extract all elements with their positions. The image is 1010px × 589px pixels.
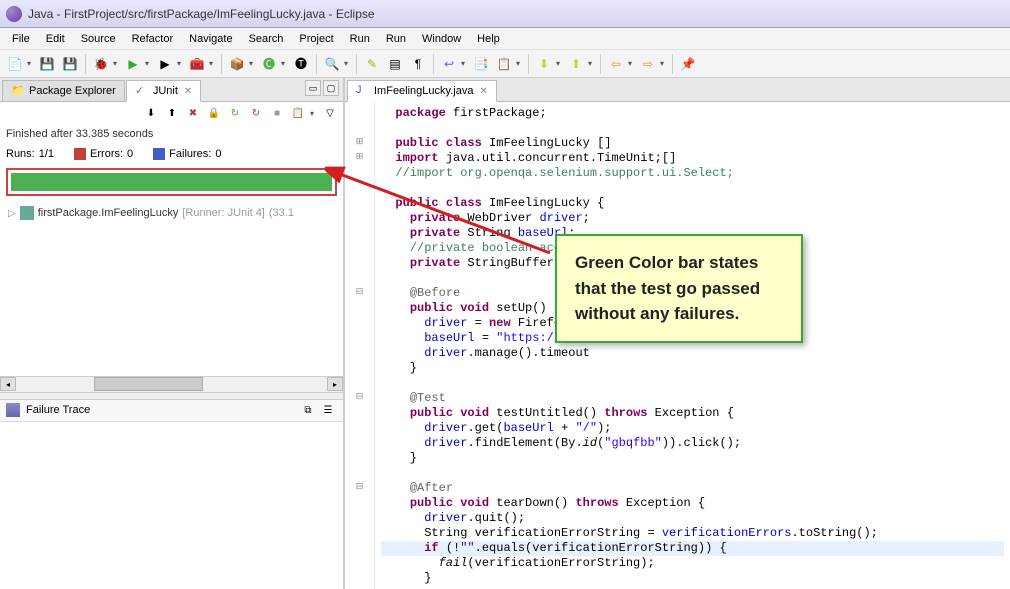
horizontal-splitter[interactable] [0,392,343,400]
rerun-icon[interactable]: ↻ [226,104,244,122]
tab-label: JUnit [153,85,178,97]
forward-icon[interactable]: ⇨ [637,53,659,75]
report-icon[interactable]: 📋 [493,53,515,75]
workspace: 📁 Package Explorer ✓ JUnit ✕ ▭ ▢ ⬇ ⬆ ✖ 🔒… [0,78,1010,589]
menu-search[interactable]: Search [241,30,292,48]
error-icon [74,148,86,160]
junit-status: Finished after 33.385 seconds [0,124,343,144]
compare-icon[interactable]: ⧉ [299,401,317,419]
next-failure-icon[interactable]: ⬇ [142,104,160,122]
eclipse-icon [6,6,22,22]
tree-item[interactable]: ▷ firstPackage.ImFeelingLucky [Runner: J… [4,204,339,222]
rerun-failed-icon[interactable]: ↻ [247,104,265,122]
stack-icon [6,403,20,417]
errors-count: Errors: 0 [74,148,133,160]
debug-icon[interactable]: 🐞 [90,53,112,75]
menu-navigate[interactable]: Navigate [181,30,240,48]
scroll-left-icon[interactable]: ◂ [0,377,16,391]
external-tools-icon[interactable]: 🧰 [186,53,208,75]
minimize-icon[interactable]: ▭ [305,80,321,96]
save-icon[interactable]: 💾 [36,53,58,75]
junit-counts: Runs: 1/1 Errors: 0 Failures: 0 [0,144,343,164]
left-tabs: 📁 Package Explorer ✓ JUnit ✕ ▭ ▢ [0,78,343,102]
tree-item-time: (33.1 [269,207,294,219]
menu-help[interactable]: Help [469,30,508,48]
tab-label: Package Explorer [29,85,116,97]
filter-icon[interactable]: ☰ [319,401,337,419]
scroll-lock-icon[interactable]: 🔒 [205,104,223,122]
tab-package-explorer[interactable]: 📁 Package Explorer [2,80,125,101]
menu-source[interactable]: Source [73,30,124,48]
prev-failure-icon[interactable]: ⬆ [163,104,181,122]
back-icon[interactable]: ⇦ [605,53,627,75]
pin-icon[interactable]: 📌 [677,53,699,75]
close-icon[interactable]: ✕ [479,86,487,97]
new-package-icon[interactable]: 📦 [226,53,248,75]
menu-bar: FileEditSourceRefactorNavigateSearchProj… [0,28,1010,50]
save-all-icon[interactable]: 💾 [59,53,81,75]
menu-window[interactable]: Window [414,30,469,48]
tab-junit[interactable]: ✓ JUnit ✕ [126,80,201,102]
code-editor[interactable]: ⊞⊞⊟⊟⊟ package firstPackage; public class… [345,102,1010,589]
editor-gutter: ⊞⊞⊟⊟⊟ [345,102,375,589]
toggle-mark-icon[interactable]: ✎ [361,53,383,75]
show-failures-icon[interactable]: ✖ [184,104,202,122]
menu-refactor[interactable]: Refactor [124,30,182,48]
menu-edit[interactable]: Edit [38,30,73,48]
left-panel: 📁 Package Explorer ✓ JUnit ✕ ▭ ▢ ⬇ ⬆ ✖ 🔒… [0,78,345,589]
tree-item-name: firstPackage.ImFeelingLucky [38,207,179,219]
failures-count: Failures: 0 [153,148,221,160]
menu-run[interactable]: Run [342,30,378,48]
failure-trace-header: Failure Trace ⧉ ☰ [0,400,343,422]
expand-icon[interactable]: ▷ [8,208,16,219]
menu-file[interactable]: File [4,30,38,48]
next-annotation-icon[interactable]: ⬇ [533,53,555,75]
junit-icon: ✓ [135,84,149,98]
maximize-icon[interactable]: ▢ [323,80,339,96]
title-bar: Java - FirstProject/src/firstPackage/ImF… [0,0,1010,28]
annotation-callout: Green Color bar states that the test go … [555,234,803,343]
package-explorer-icon: 📁 [11,84,25,98]
close-icon[interactable]: ✕ [184,86,192,97]
editor-tab[interactable]: J ImFeelingLucky.java ✕ [347,80,497,102]
run-icon[interactable]: ▶ [122,53,144,75]
open-type-icon[interactable]: 🅣 [290,53,312,75]
window-title: Java - FirstProject/src/firstPackage/ImF… [28,7,375,21]
editor-tabs: J ImFeelingLucky.java ✕ [345,78,1010,102]
prev-annotation-icon[interactable]: ⬆ [565,53,587,75]
test-suite-icon [20,206,34,220]
new-icon[interactable]: 📄 [4,53,26,75]
main-toolbar: 📄▾ 💾 💾 🐞▾ ▶▾ ▶▾ 🧰▾ 📦▾ 🅒▾ 🅣 🔍▾ ✎ ▤ ¶ ↩▾ 📑… [0,50,1010,78]
junit-progress-bar [11,173,332,191]
show-whitespace-icon[interactable]: ¶ [407,53,429,75]
failure-trace-area [0,422,343,589]
junit-toolbar: ⬇ ⬆ ✖ 🔒 ↻ ↻ ■ 📋▾ ▽ [0,102,343,124]
refactor-icon[interactable]: ↩ [438,53,460,75]
menu-run[interactable]: Run [378,30,414,48]
run-last-icon[interactable]: ▶ [154,53,176,75]
junit-tree[interactable]: ▷ firstPackage.ImFeelingLucky [Runner: J… [0,200,343,376]
editor-tab-label: ImFeelingLucky.java [374,85,473,97]
editor-panel: J ImFeelingLucky.java ✕ ⊞⊞⊟⊟⊟ package fi… [345,78,1010,589]
horizontal-scrollbar[interactable]: ◂ ▸ [0,376,343,392]
view-menu-icon[interactable]: ▽ [321,104,339,122]
history-icon[interactable]: 📋 [289,104,307,122]
tree-item-runner: [Runner: JUnit 4] [182,207,265,219]
stop-icon[interactable]: ■ [268,104,286,122]
code-text[interactable]: package firstPackage; public class ImFee… [375,102,1010,589]
menu-project[interactable]: Project [291,30,341,48]
progress-highlight [6,168,337,196]
scroll-right-icon[interactable]: ▸ [327,377,343,391]
failure-trace-label: Failure Trace [26,404,90,416]
java-file-icon: J [356,84,370,98]
search-icon[interactable]: 🔍 [321,53,343,75]
partition-icon[interactable]: 📑 [470,53,492,75]
new-class-icon[interactable]: 🅒 [258,53,280,75]
toggle-block-icon[interactable]: ▤ [384,53,406,75]
failure-icon [153,148,165,160]
runs-count: Runs: 1/1 [6,148,54,160]
